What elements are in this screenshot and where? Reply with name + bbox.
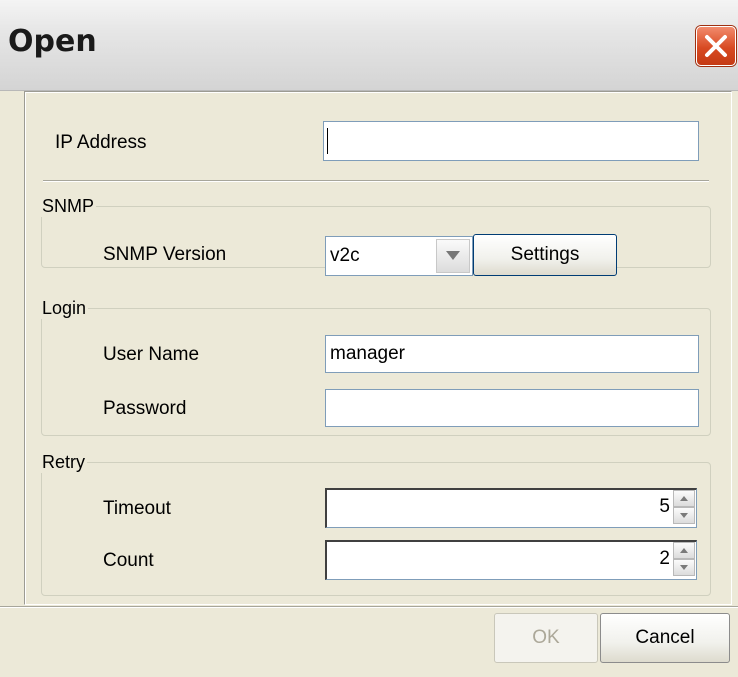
arrow-down-icon [680, 513, 688, 518]
username-label: User Name [103, 344, 200, 365]
timeout-stepper[interactable]: 5 [325, 488, 697, 528]
timeout-decrement[interactable] [673, 507, 695, 524]
text-caret [327, 128, 328, 154]
ok-button[interactable]: OK [494, 613, 598, 663]
close-x-icon [705, 35, 727, 57]
settings-button[interactable]: Settings [473, 234, 617, 276]
close-button[interactable] [696, 26, 736, 66]
arrow-down-icon [680, 565, 688, 570]
timeout-label: Timeout [103, 498, 171, 519]
password-input[interactable] [325, 389, 699, 427]
dropdown-button[interactable] [436, 239, 470, 273]
username-input[interactable]: manager [325, 335, 699, 373]
snmp-version-value: v2c [330, 245, 360, 266]
count-decrement[interactable] [673, 559, 695, 576]
timeout-value: 5 [659, 496, 670, 517]
ip-address-label: IP Address [55, 132, 147, 153]
ip-address-input[interactable] [323, 121, 699, 161]
count-stepper[interactable]: 2 [325, 540, 697, 580]
login-group-label: Login [42, 298, 87, 318]
cancel-button[interactable]: Cancel [600, 613, 730, 663]
count-increment[interactable] [673, 542, 695, 559]
separator [43, 180, 709, 182]
chevron-down-icon [446, 251, 460, 260]
dialog-body: IP Address SNMP SNMP Version v2c Setting… [0, 91, 738, 677]
snmp-version-label: SNMP Version [103, 244, 227, 265]
dialog-pane: IP Address SNMP SNMP Version v2c Setting… [24, 91, 732, 605]
password-label: Password [103, 398, 187, 419]
window-title: Open [8, 24, 97, 59]
count-value: 2 [659, 548, 670, 569]
arrow-up-icon [680, 548, 688, 553]
title-bar[interactable]: Open [0, 0, 738, 91]
snmp-group-label: SNMP [42, 196, 95, 216]
retry-group-label: Retry [42, 452, 86, 472]
count-label: Count [103, 550, 154, 571]
footer-separator [0, 606, 738, 608]
timeout-increment[interactable] [673, 490, 695, 507]
arrow-up-icon [680, 496, 688, 501]
snmp-version-select[interactable]: v2c [325, 236, 473, 276]
